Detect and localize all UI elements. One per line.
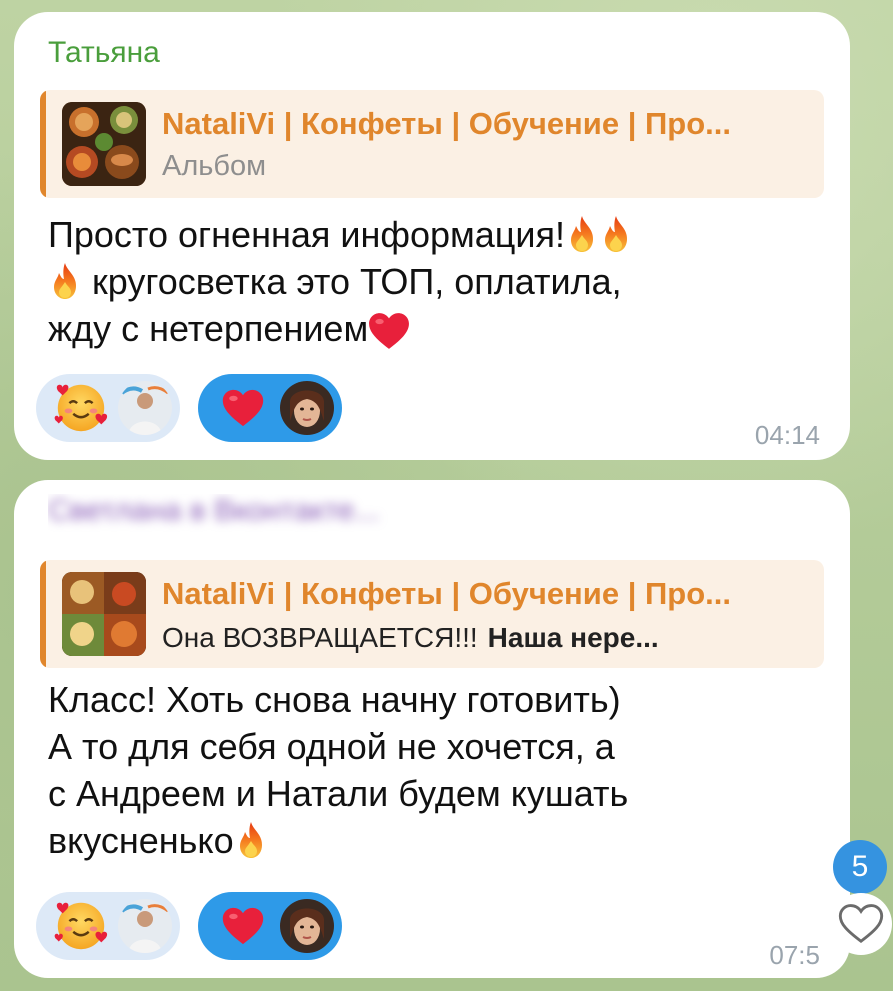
smiling-face-with-hearts-icon (52, 897, 110, 955)
heart-outline-icon (838, 904, 884, 944)
reply-subtitle-bold: Наша нере... (487, 622, 659, 653)
fire-emoji-icon (234, 821, 268, 859)
red-heart-icon (222, 389, 264, 427)
reply-thumbnail (62, 572, 146, 656)
message-time: 04:14 (754, 420, 820, 450)
avatar (118, 381, 172, 435)
message-bubble[interactable]: Светлана в Вконтакте... NataliVi | Конфе… (14, 480, 850, 978)
message-line: вкусненько (48, 820, 234, 861)
message-line: кругосветка это ТОП, оплатила, (92, 261, 622, 302)
reaction-chip[interactable] (198, 374, 342, 442)
reply-title: NataliVi | Конфеты | Обучение | Про... (162, 106, 731, 141)
message-line: Класс! Хоть снова начну готовить) (48, 679, 621, 720)
smiling-face-with-hearts-icon (52, 379, 110, 437)
message-line: жду с нетерпением (48, 308, 369, 349)
message-line: А то для себя одной не хочется, а (48, 726, 615, 767)
avatar (118, 899, 172, 953)
fire-emoji-icon (599, 215, 633, 253)
sender-name[interactable]: Татьяна (48, 36, 160, 70)
reply-preview[interactable]: NataliVi | Конфеты | Обучение | Про... А… (40, 90, 824, 198)
reply-preview[interactable]: NataliVi | Конфеты | Обучение | Про... О… (40, 560, 824, 668)
reaction-chip[interactable] (36, 892, 180, 960)
message-bubble[interactable]: Татьяна NataliVi | Конфеты | Обучение | … (14, 12, 850, 460)
reactions-row (36, 892, 342, 960)
message-time: 07:5 (769, 940, 820, 970)
react-button[interactable] (830, 893, 892, 955)
reply-thumbnail (62, 102, 146, 186)
red-heart-emoji-icon (368, 311, 410, 351)
message-line: Просто огненная информация! (48, 214, 566, 255)
reply-accent-bar (40, 560, 46, 668)
message-line: с Андреем и Натали будем кушать (48, 773, 629, 814)
reply-subtitle: Альбом (162, 150, 267, 182)
sender-name-blurred: Светлана в Вконтакте... (48, 494, 380, 527)
red-heart-icon (222, 907, 264, 945)
reaction-chip[interactable] (198, 892, 342, 960)
reactions-row (36, 374, 342, 442)
message-text: Просто огненная информация! кругосветка … (48, 211, 808, 352)
reply-title: NataliVi | Конфеты | Обучение | Про... (162, 576, 731, 611)
avatar (280, 381, 334, 435)
fire-emoji-icon (565, 215, 599, 253)
reaction-chip[interactable] (36, 374, 180, 442)
fire-emoji-icon (48, 262, 82, 300)
avatar (280, 899, 334, 953)
message-text: Класс! Хоть снова начну готовить) А то д… (48, 676, 808, 864)
unread-count-badge[interactable]: 5 (833, 840, 887, 894)
reply-accent-bar (40, 90, 46, 198)
reply-subtitle: Она ВОЗВРАЩАЕТСЯ!!! Наша нере... (162, 622, 659, 653)
